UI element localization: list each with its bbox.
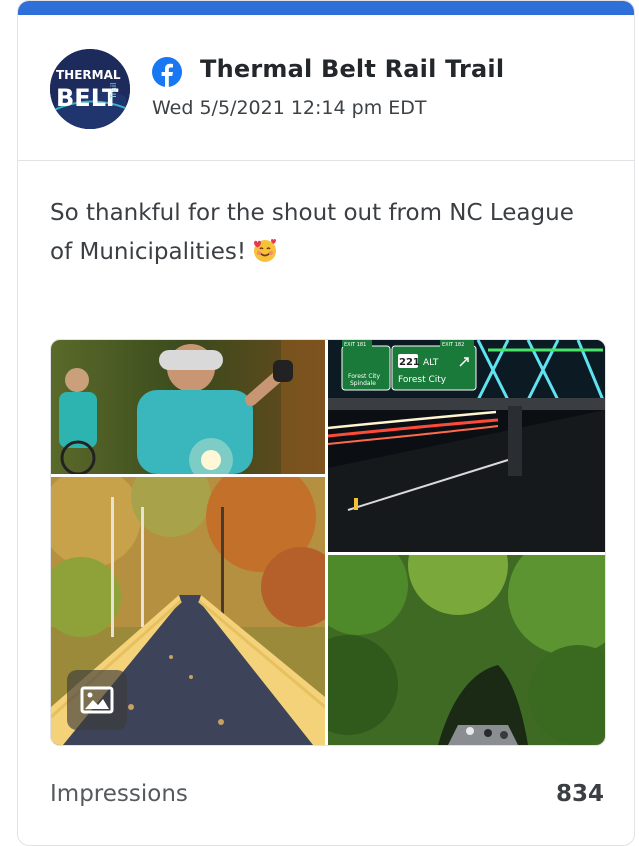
sign-left-line2: Spindale [350,380,376,387]
photo-green-tunnel[interactable] [328,555,605,745]
post-header: THERMAL BELT Trail Thermal Belt Rail Tra… [18,15,634,161]
avatar[interactable]: THERMAL BELT Trail [50,49,130,129]
post-message: So thankful for the shout out from NC Le… [50,194,590,272]
post-card: THERMAL BELT Trail Thermal Belt Rail Tra… [17,0,635,846]
facebook-icon [152,57,182,87]
impressions-value: 834 [555,781,604,807]
avatar-text-top: THERMAL [56,68,121,82]
image-icon [80,686,114,714]
sign-route-suffix: ALT [423,358,439,368]
sign-route: 221 [399,357,420,368]
post-stats: Impressions 834 [50,781,604,815]
account-name[interactable]: Thermal Belt Rail Trail [200,55,504,83]
post-timestamp: Wed 5/5/2021 12:14 pm EDT [152,97,427,119]
photo-highway-bridge-night[interactable]: Forest City Spindale EXIT 181 221 ALT Fo… [328,340,605,552]
exit-left: EXIT 181 [344,342,366,348]
photo-cyclists[interactable] [51,340,325,474]
sign-left-line1: Forest City [348,373,381,380]
media-type-badge [67,670,127,730]
smiling-face-with-hearts-emoji [254,239,277,262]
exit-right: EXIT 182 [442,342,464,348]
accent-bar [18,1,634,15]
avatar-text-side: Trail [109,83,118,100]
sign-right: Forest City [398,375,447,385]
impressions-label: Impressions [50,781,188,807]
post-message-text: So thankful for the shout out from NC Le… [50,200,574,265]
photo-gallery[interactable]: Forest City Spindale EXIT 181 221 ALT Fo… [50,339,606,746]
